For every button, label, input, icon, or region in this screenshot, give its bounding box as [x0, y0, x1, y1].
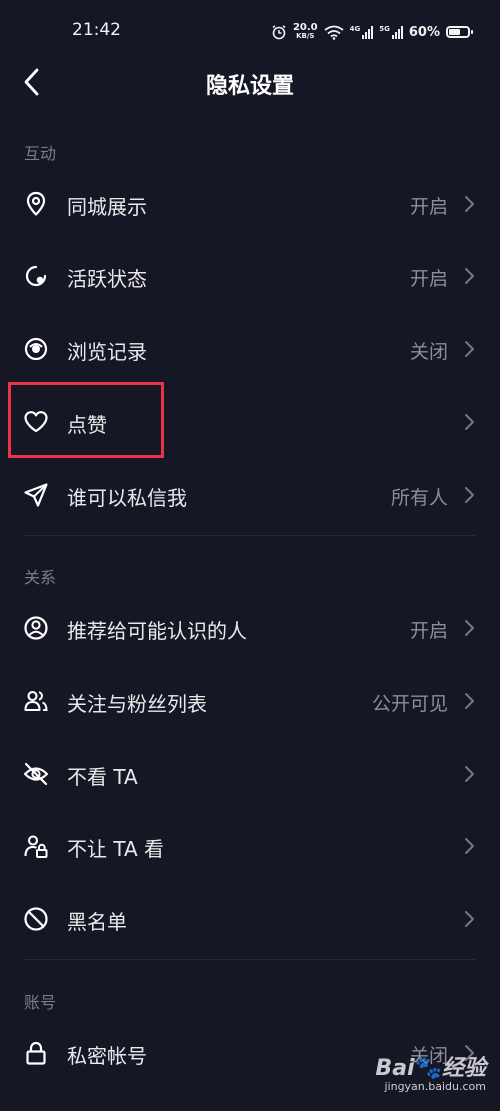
section-divider: [24, 535, 476, 536]
setting-value: 开启: [409, 268, 448, 290]
alarm-icon: [272, 25, 286, 40]
page-title: 隐私设置: [205, 74, 294, 99]
setting-label: 黑名单: [67, 910, 127, 934]
section-divider: [24, 959, 476, 960]
eye-icon: [24, 337, 48, 361]
network-speed-unit: KB/S: [296, 32, 315, 40]
setting-value: 所有人: [390, 487, 448, 509]
paw-icon: 🐾: [414, 1056, 442, 1081]
setting-row-blacklist[interactable]: 黑名单: [0, 883, 500, 955]
location-pin-icon: [26, 191, 46, 216]
chevron-right-icon: [465, 414, 474, 430]
setting-row-hide-ta[interactable]: 不看 TA: [0, 738, 500, 810]
cell-signal-2-label: 5G: [379, 25, 390, 33]
wifi-icon: [324, 25, 344, 40]
chevron-right-icon: [465, 341, 474, 357]
chevron-right-icon: [465, 693, 474, 709]
watermark-logo-bai: Bai: [375, 1056, 415, 1081]
chevron-right-icon: [465, 268, 474, 284]
status-icons: 20.0 KB/S 4G 5G 60%: [271, 19, 473, 45]
setting-row-who-can-message[interactable]: 谁可以私信我 所有人: [0, 459, 500, 531]
highlight-box: [8, 382, 164, 458]
setting-value: 开启: [409, 196, 448, 218]
user-lock-icon: [24, 835, 48, 858]
setting-row-city-display[interactable]: 同城展示 开启: [0, 168, 500, 240]
setting-row-follow-list[interactable]: 关注与粉丝列表 公开可见: [0, 665, 500, 737]
cell-signal-1: 4G: [350, 25, 374, 39]
setting-row-block-ta[interactable]: 不让 TA 看: [0, 810, 500, 882]
chevron-right-icon: [465, 196, 474, 212]
setting-label: 活跃状态: [67, 267, 147, 291]
chevron-right-icon: [465, 838, 474, 854]
battery-percent: 60%: [408, 24, 440, 40]
watermark-logo: Bai🐾经验: [375, 1050, 486, 1082]
setting-label: 推荐给可能认识的人: [67, 619, 247, 643]
network-speed-value: 20.0: [292, 22, 318, 33]
section-title-interaction: 互动: [24, 144, 57, 163]
cell-signal-2: 5G: [379, 25, 403, 39]
watermark-logo-jingyan: 经验: [441, 1056, 486, 1081]
setting-label: 私密帐号: [67, 1044, 147, 1068]
setting-label: 谁可以私信我: [67, 486, 187, 510]
setting-row-recommend[interactable]: 推荐给可能认识的人 开启: [0, 592, 500, 664]
setting-label: 不看 TA: [67, 765, 138, 789]
watermark-url: jingyan.baidu.com: [384, 1080, 486, 1093]
status-bar: 21:42 20.0 KB/S 4G 5G 60%: [0, 0, 500, 64]
setting-label: 关注与粉丝列表: [67, 692, 207, 716]
cell-signal-1-label: 4G: [349, 25, 361, 33]
baidu-jingyan-watermark: Bai🐾经验 jingyan.baidu.com: [375, 1050, 486, 1093]
network-speed: 20.0 KB/S: [293, 23, 318, 41]
chevron-right-icon: [465, 911, 474, 927]
users-icon: [24, 690, 48, 712]
setting-label: 不让 TA 看: [67, 837, 165, 861]
setting-value: 关闭: [409, 341, 448, 363]
block-icon: [24, 907, 48, 931]
battery-icon: [446, 26, 473, 38]
setting-label: 浏览记录: [67, 340, 147, 364]
setting-row-browse-history[interactable]: 浏览记录 关闭: [0, 313, 500, 385]
section-title-account: 账号: [24, 993, 57, 1012]
chevron-right-icon: [465, 487, 474, 503]
activity-status-icon: [25, 265, 47, 287]
battery-fill: [449, 29, 460, 35]
chevron-right-icon: [465, 620, 474, 636]
user-circle-icon: [24, 616, 48, 640]
setting-value: 开启: [409, 620, 448, 642]
send-plane-icon: [24, 483, 48, 507]
status-time: 21:42: [72, 20, 121, 40]
chevron-right-icon: [465, 766, 474, 782]
eye-off-icon: [23, 762, 49, 786]
section-title-relations: 关系: [24, 568, 57, 587]
nav-bar: 隐私设置: [0, 58, 500, 108]
setting-value: 公开可见: [371, 693, 448, 715]
setting-label: 同城展示: [67, 195, 147, 219]
setting-row-active-status[interactable]: 活跃状态 开启: [0, 240, 500, 312]
lock-icon: [26, 1041, 46, 1065]
